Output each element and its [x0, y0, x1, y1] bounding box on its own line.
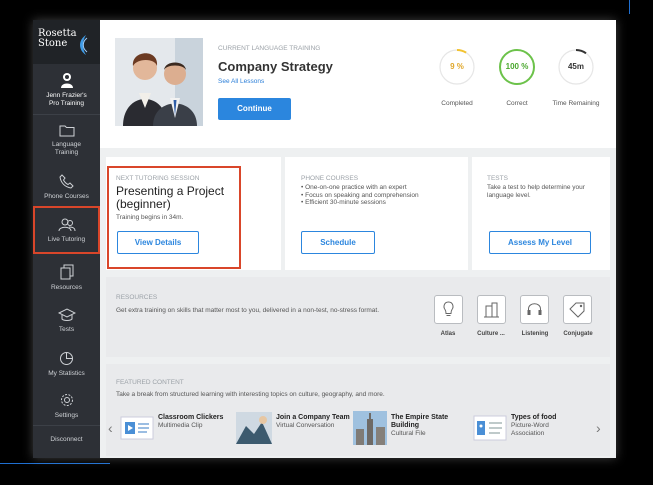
frame-line-top-right: [629, 0, 630, 14]
featured-item-title: The Empire State Building: [391, 414, 449, 429]
sidebar-item-phone-courses[interactable]: Phone Courses: [33, 174, 100, 201]
user-subtitle: Pro Training: [48, 100, 85, 107]
phone-courses-card: PHONE COURSES • One-on-one practice with…: [285, 157, 468, 270]
correct-value: 100 %: [505, 62, 529, 71]
user-name: Jenn Frazier's: [46, 92, 87, 99]
featured-item-subtitle: Multimedia Clip: [158, 422, 203, 429]
featured-panel: FEATURED CONTENT Take a break from struc…: [106, 364, 610, 456]
tests-card: TESTS Take a test to help determine your…: [472, 157, 610, 270]
completed-value: 9 %: [450, 62, 464, 71]
phone-courses-kicker: PHONE COURSES: [301, 175, 359, 182]
logo-text: Rosetta Stone: [38, 28, 77, 49]
sidebar-item-disconnect[interactable]: Disconnect: [33, 436, 100, 444]
carousel-next-button[interactable]: ›: [596, 418, 606, 438]
graduation-cap-icon: [57, 308, 76, 321]
featured-item-title: Join a Company Team: [276, 414, 350, 421]
frame-line-bottom-left: [0, 463, 110, 464]
sidebar-item-label: Disconnect: [50, 436, 83, 443]
sidebar-divider: [33, 114, 100, 115]
sidebar-item-label: Settings: [54, 412, 79, 419]
schedule-button[interactable]: Schedule: [301, 231, 375, 254]
phone-bullet: • One-on-one practice with an expert: [301, 184, 407, 191]
tests-kicker: TESTS: [487, 175, 508, 182]
sidebar-item-label: Phone Courses: [44, 193, 89, 200]
featured-item-classroom-clickers[interactable]: Classroom Clickers Multimedia Clip: [120, 410, 232, 446]
app-window: Rosetta Stone Jenn Frazier's Pro Trainin…: [33, 20, 616, 458]
culture-label: Culture ...: [477, 331, 505, 337]
sidebar-item-label: Resources: [50, 284, 83, 291]
featured-kicker: FEATURED CONTENT: [116, 379, 184, 386]
logo-mark-icon: [80, 35, 88, 55]
phone-bullet: • Efficient 30-minute sessions: [301, 199, 386, 206]
sidebar-item-label: Tests: [58, 326, 75, 333]
sidebar-item-tests[interactable]: Tests: [33, 308, 100, 334]
listening-tile[interactable]: [520, 295, 549, 324]
logo[interactable]: Rosetta Stone: [33, 20, 100, 64]
continue-button[interactable]: Continue: [218, 98, 291, 120]
carousel-prev-button[interactable]: ‹: [108, 418, 118, 438]
conjugate-label: Conjugate: [563, 331, 593, 337]
sidebar-item-my-statistics[interactable]: My Statistics: [33, 351, 100, 378]
documents-icon: [60, 264, 73, 280]
headphones-icon: [527, 303, 542, 315]
resources-description: Get extra training on skills that matter…: [116, 307, 380, 314]
sidebar: Rosetta Stone Jenn Frazier's Pro Trainin…: [33, 20, 100, 458]
featured-item-subtitle: Cultural File: [391, 430, 426, 437]
sidebar-item-settings[interactable]: Settings: [33, 392, 100, 420]
assess-my-level-button[interactable]: Assess My Level: [489, 231, 591, 254]
sidebar-item-label: My Statistics: [48, 370, 85, 377]
folder-icon: [59, 125, 74, 137]
course-photo-image: [115, 38, 203, 126]
current-training-kicker: CURRENT LANGUAGE TRAINING: [218, 45, 321, 52]
time-remaining-label: Time Remaining: [552, 100, 600, 107]
sidebar-item-label: Language Training: [52, 141, 81, 156]
user-profile[interactable]: Jenn Frazier's Pro Training: [33, 72, 100, 108]
phone-bullet: • Focus on speaking and comprehension: [301, 191, 419, 199]
gear-icon: [60, 394, 73, 406]
featured-item-title: Types of food: [511, 414, 557, 421]
atlas-label: Atlas: [440, 331, 456, 337]
see-all-lessons-link[interactable]: See All Lessons: [218, 78, 264, 85]
featured-item-subtitle: Virtual Conversation: [276, 422, 335, 429]
current-training-panel: CURRENT LANGUAGE TRAINING Company Strate…: [100, 20, 616, 148]
phone-bullet-text: One-on-one practice with an expert: [305, 184, 407, 191]
tutoring-highlight: [107, 166, 241, 269]
lightbulb-icon: [443, 301, 454, 316]
empire-state-thumbnail: [353, 411, 387, 445]
picture-word-icon: [473, 415, 507, 441]
featured-item-types-of-food[interactable]: Types of food Picture-Word Association: [473, 410, 585, 448]
buildings-icon: [484, 302, 499, 318]
tag-icon: [569, 302, 585, 318]
tests-description: Take a test to help determine your langu…: [487, 184, 585, 199]
time-remaining-value: 45m: [567, 62, 584, 71]
sidebar-divider: [33, 425, 100, 426]
multimedia-icon: [120, 416, 154, 440]
resources-panel: RESOURCES Get extra training on skills t…: [106, 277, 610, 357]
featured-item-empire-state[interactable]: The Empire State Building Cultural File: [353, 410, 465, 448]
listening-label: Listening: [521, 331, 549, 337]
pie-chart-icon: [60, 352, 73, 365]
live-tutoring-highlight: [33, 206, 100, 254]
resources-kicker: RESOURCES: [116, 294, 158, 301]
featured-item-title: Classroom Clickers: [158, 414, 224, 421]
culture-tile[interactable]: [477, 295, 506, 324]
conjugate-tile[interactable]: [563, 295, 592, 324]
phone-bullet-text: Focus on speaking and comprehension: [305, 191, 419, 199]
atlas-tile[interactable]: [434, 295, 463, 324]
conversation-thumbnail: [236, 412, 272, 444]
phone-bullet-text: Efficient 30-minute sessions: [305, 199, 386, 206]
featured-item-company-team[interactable]: Join a Company Team Virtual Conversation: [236, 410, 356, 446]
featured-description: Take a break from structured learning wi…: [116, 391, 385, 398]
phone-icon: [59, 174, 74, 189]
course-photo: [115, 38, 203, 126]
sidebar-item-resources[interactable]: Resources: [33, 264, 100, 292]
sidebar-item-language-training[interactable]: Language Training: [33, 124, 100, 157]
user-avatar-icon: [60, 73, 73, 88]
course-title: Company Strategy: [218, 59, 333, 74]
featured-item-subtitle: Picture-Word Association: [511, 422, 549, 437]
